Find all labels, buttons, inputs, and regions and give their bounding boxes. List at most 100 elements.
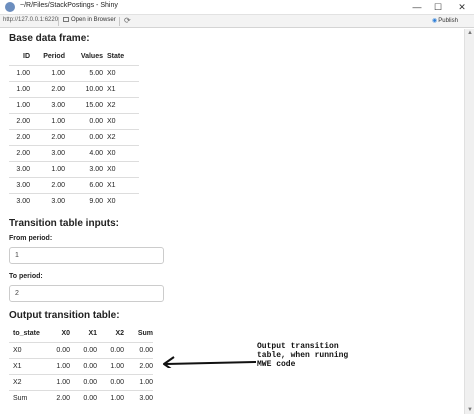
column-header: ID bbox=[9, 49, 30, 66]
table-row: 3.00 3.00 9.00 X0 bbox=[9, 192, 139, 209]
publish-label: Publish bbox=[438, 18, 458, 24]
publish-button[interactable]: ◉Publish bbox=[432, 17, 458, 24]
toolbar-divider bbox=[58, 17, 59, 26]
base-data-heading: Base data frame: bbox=[9, 33, 90, 44]
table-cell: X2 bbox=[9, 373, 47, 390]
table-cell: 0.00 bbox=[70, 373, 97, 390]
annotation-arrow-icon bbox=[163, 356, 257, 368]
scroll-up-icon[interactable]: ▲ bbox=[467, 30, 473, 36]
table-cell: X1 bbox=[9, 357, 47, 374]
column-header: Sum bbox=[124, 326, 153, 343]
table-cell: 0.00 bbox=[70, 341, 97, 358]
table-cell: 10.00 bbox=[65, 80, 103, 97]
transition-inputs-heading: Transition table inputs: bbox=[9, 218, 120, 229]
table-cell: 6.00 bbox=[65, 176, 103, 193]
table-cell: 3.00 bbox=[30, 144, 65, 161]
open-in-browser-label: Open in Browser bbox=[71, 17, 116, 23]
table-cell: 2.00 bbox=[47, 389, 70, 406]
to-period-label: To period: bbox=[9, 273, 43, 280]
table-cell: 0.00 bbox=[97, 373, 124, 390]
table-cell: 1.00 bbox=[47, 357, 70, 374]
table-cell: 2.00 bbox=[9, 128, 30, 145]
table-cell: 3.00 bbox=[9, 192, 30, 209]
column-header: Period bbox=[30, 49, 65, 66]
table-cell: 1.00 bbox=[47, 373, 70, 390]
close-button[interactable]: ✕ bbox=[455, 1, 469, 13]
table-row: 1.00 1.00 5.00 X0 bbox=[9, 64, 139, 81]
table-row: X1 1.00 0.00 1.00 2.00 bbox=[9, 357, 153, 374]
annotation-note: Output transition table, when running MWE … bbox=[257, 342, 348, 369]
annotation-line: table, when running bbox=[257, 351, 349, 360]
maximize-button[interactable]: ☐ bbox=[431, 1, 445, 13]
table-cell: 0.00 bbox=[70, 389, 97, 406]
table-cell: 0.00 bbox=[65, 112, 103, 129]
table-cell: 0.00 bbox=[47, 341, 70, 358]
table-cell: 2.00 bbox=[30, 128, 65, 145]
table-cell: 3.00 bbox=[9, 160, 30, 177]
table-cell: X2 bbox=[103, 96, 139, 113]
table-row: 3.00 2.00 6.00 X1 bbox=[9, 176, 139, 193]
table-cell: 3.00 bbox=[9, 176, 30, 193]
table-cell: 3.00 bbox=[124, 389, 153, 406]
annotation-line: Output transition bbox=[257, 342, 339, 351]
refresh-icon[interactable]: ⟳ bbox=[124, 16, 131, 25]
window-titlebar: ~/R/Files/StackPostings - Shiny — ☐ ✕ bbox=[0, 0, 474, 15]
table-cell: 1.00 bbox=[9, 64, 30, 81]
table-cell: X0 bbox=[103, 64, 139, 81]
table-cell: X0 bbox=[9, 341, 47, 358]
column-header: to_state bbox=[9, 326, 47, 343]
column-header: X1 bbox=[70, 326, 97, 343]
table-row: Sum 2.00 0.00 1.00 3.00 bbox=[9, 389, 153, 406]
table-cell: Sum bbox=[9, 389, 47, 406]
table-cell: 5.00 bbox=[65, 64, 103, 81]
publish-icon: ◉ bbox=[432, 18, 438, 24]
annotation-line: MWE code bbox=[257, 360, 296, 369]
table-row: 3.00 1.00 3.00 X0 bbox=[9, 160, 139, 177]
to-period-input[interactable] bbox=[9, 285, 164, 302]
table-cell: 3.00 bbox=[30, 192, 65, 209]
table-cell: 0.00 bbox=[97, 341, 124, 358]
from-period-label: From period: bbox=[9, 235, 53, 242]
output-transition-table: to_state X0 X1 X2 Sum X0 0.00 0.00 0.00 0.00… bbox=[9, 326, 153, 406]
table-cell: 3.00 bbox=[65, 160, 103, 177]
table-cell: X0 bbox=[103, 160, 139, 177]
column-header: Values bbox=[65, 49, 103, 66]
table-cell: 1.00 bbox=[30, 64, 65, 81]
table-cell: 2.00 bbox=[124, 357, 153, 374]
toolbar-divider bbox=[119, 17, 120, 26]
table-cell: 1.00 bbox=[97, 389, 124, 406]
column-header: State bbox=[103, 49, 139, 66]
window-title: ~/R/Files/StackPostings - Shiny bbox=[20, 2, 118, 9]
table-cell: 4.00 bbox=[65, 144, 103, 161]
from-period-input[interactable] bbox=[9, 247, 164, 264]
table-header-row: to_state X0 X1 X2 Sum bbox=[9, 326, 153, 343]
url-text[interactable]: http://127.0.0.1:6220 bbox=[3, 17, 58, 23]
app-icon bbox=[5, 2, 15, 12]
table-row: 2.00 3.00 4.00 X0 bbox=[9, 144, 139, 161]
table-row: 2.00 1.00 0.00 X0 bbox=[9, 112, 139, 129]
table-row: X2 1.00 0.00 0.00 1.00 bbox=[9, 373, 153, 390]
column-header: X2 bbox=[97, 326, 124, 343]
minimize-button[interactable]: — bbox=[410, 1, 424, 13]
output-table-heading: Output transition table: bbox=[9, 310, 120, 321]
open-in-browser-button[interactable]: Open in Browser bbox=[63, 17, 116, 23]
table-row: 2.00 2.00 0.00 X2 bbox=[9, 128, 139, 145]
table-header-row: ID Period Values State bbox=[9, 49, 139, 66]
table-cell: X1 bbox=[103, 80, 139, 97]
table-cell: 15.00 bbox=[65, 96, 103, 113]
table-cell: 1.00 bbox=[97, 357, 124, 374]
table-cell: 3.00 bbox=[30, 96, 65, 113]
table-cell: X0 bbox=[103, 144, 139, 161]
table-cell: 2.00 bbox=[30, 80, 65, 97]
scroll-down-icon[interactable]: ▼ bbox=[467, 407, 473, 413]
table-cell: 0.00 bbox=[124, 341, 153, 358]
table-cell: 2.00 bbox=[9, 144, 30, 161]
table-cell: 2.00 bbox=[30, 176, 65, 193]
table-cell: 0.00 bbox=[65, 128, 103, 145]
table-row: X0 0.00 0.00 0.00 0.00 bbox=[9, 341, 153, 358]
table-cell: X0 bbox=[103, 192, 139, 209]
vertical-scrollbar[interactable]: ▲ ▼ bbox=[464, 29, 474, 414]
table-cell: 1.00 bbox=[9, 80, 30, 97]
table-cell: 1.00 bbox=[124, 373, 153, 390]
table-cell: 1.00 bbox=[30, 160, 65, 177]
